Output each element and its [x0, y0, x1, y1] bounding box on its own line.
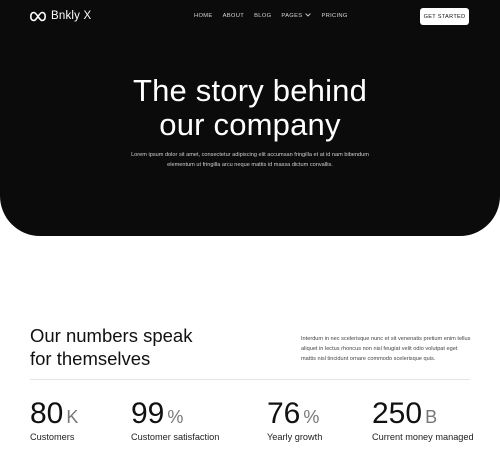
- hero-title-line-1: The story behind: [132, 73, 368, 108]
- nav-pricing[interactable]: PRICING: [321, 13, 347, 19]
- stat-unit: K: [66, 407, 79, 427]
- numbers-description: Interdum in nec scelerisque nunc et sit …: [301, 336, 471, 362]
- hero-subtitle: Lorem ipsum dolor sit amet, consectetur …: [131, 152, 369, 168]
- stat-unit: %: [303, 407, 320, 427]
- stat-customer-satisfaction: 99 % Customer satisfaction: [131, 397, 219, 442]
- brand-name: Bnkly X: [51, 10, 92, 22]
- section-divider: [30, 379, 470, 380]
- stat-value: 250 B: [372, 397, 474, 431]
- numbers-heading: Our numbers speak for themselves: [30, 324, 250, 370]
- stat-unit: %: [167, 407, 184, 427]
- stat-unit: B: [425, 407, 438, 427]
- stat-money-managed: 250 B Current money managed: [372, 397, 474, 442]
- nav-about[interactable]: ABOUT: [223, 13, 244, 19]
- stat-number: 250: [372, 397, 423, 430]
- nav-blog[interactable]: BLOG: [254, 13, 271, 19]
- stat-label: Yearly growth: [267, 432, 323, 442]
- main-nav: HOME ABOUT BLOG PAGES PRICING: [194, 13, 358, 19]
- hero-title: The story behind our company: [0, 74, 500, 142]
- hero-section: Bnkly X HOME ABOUT BLOG PAGES PRICING GE…: [0, 0, 500, 236]
- stat-number: 99: [131, 397, 165, 430]
- brand-logo[interactable]: Bnkly X: [30, 10, 91, 22]
- chevron-down-icon: [305, 13, 312, 19]
- nav-home[interactable]: HOME: [194, 13, 213, 19]
- stat-yearly-growth: 76 % Yearly growth: [267, 397, 322, 442]
- nav-pages-label: PAGES: [281, 13, 303, 19]
- hero-title-line-2: our company: [159, 107, 341, 142]
- stat-value: 80 K: [30, 397, 78, 431]
- stat-customers: 80 K Customers: [30, 397, 78, 442]
- nav-pages[interactable]: PAGES: [281, 13, 312, 19]
- stat-value: 76 %: [267, 397, 322, 431]
- stat-label: Customer satisfaction: [131, 432, 220, 442]
- stat-label: Current money managed: [372, 432, 474, 442]
- stat-label: Customers: [30, 432, 75, 442]
- stat-number: 76: [267, 397, 301, 430]
- infinity-logo-icon: [30, 11, 46, 22]
- stat-value: 99 %: [131, 397, 219, 431]
- stat-number: 80: [30, 397, 64, 430]
- get-started-button[interactable]: GET STARTED: [420, 8, 469, 25]
- numbers-heading-line-1: Our numbers speak: [30, 325, 193, 346]
- numbers-heading-line-2: for themselves: [30, 348, 151, 369]
